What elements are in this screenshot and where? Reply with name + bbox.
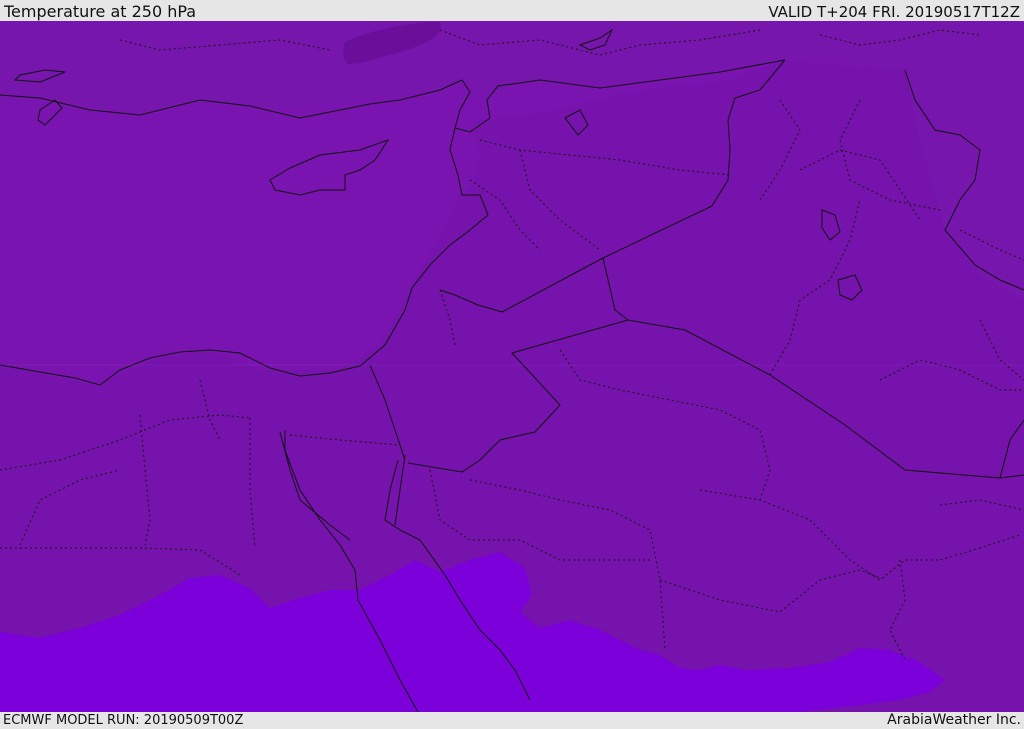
- map-canvas: [0, 21, 1024, 712]
- credit-label: ArabiaWeather Inc.: [887, 712, 1021, 728]
- model-run-label: ECMWF MODEL RUN: 20190509T00Z: [3, 713, 244, 728]
- bottom-footer-bar: ECMWF MODEL RUN: 20190509T00Z ArabiaWeat…: [0, 712, 1024, 729]
- top-header-bar: Temperature at 250 hPa VALID T+204 FRI. …: [0, 0, 1024, 21]
- valid-time-label: VALID T+204 FRI. 20190517T12Z: [768, 3, 1020, 21]
- weather-map[interactable]: [0, 21, 1024, 712]
- map-title: Temperature at 250 hPa: [4, 2, 197, 21]
